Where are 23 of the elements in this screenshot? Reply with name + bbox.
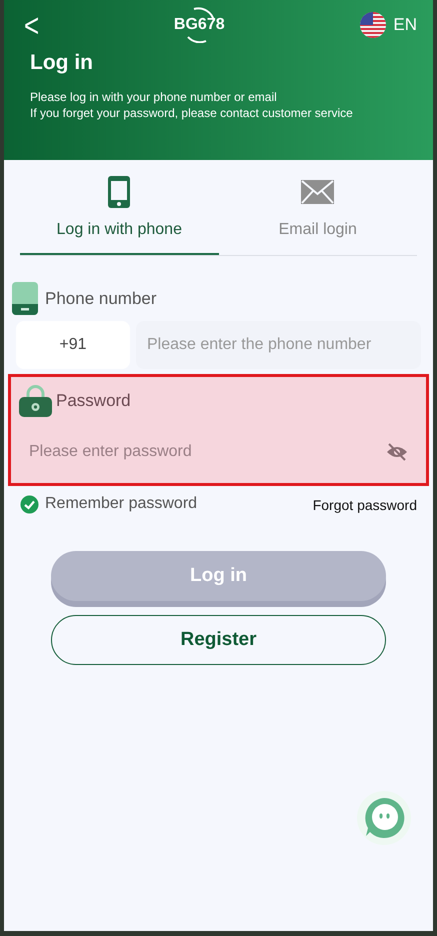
phone-field-icon — [12, 282, 38, 315]
chat-bubble-icon[interactable] — [356, 790, 412, 846]
eye-slash-icon[interactable] — [386, 442, 408, 462]
phone-input[interactable]: Please enter the phone number — [136, 321, 421, 369]
register-button[interactable]: Register — [51, 615, 386, 665]
password-field[interactable]: Please enter password — [29, 440, 386, 464]
subtitle-text: Please log in with your phone number or email — [30, 88, 278, 104]
language-button[interactable]: EN — [393, 12, 417, 38]
subtitle-text: If you forget your password, please contact customer service — [30, 104, 354, 120]
back-button[interactable]: < — [24, 8, 40, 42]
remember-label: Remember password — [45, 494, 198, 514]
login-tab[interactable]: Log in with phone — [20, 176, 218, 255]
field-label: Password — [56, 390, 131, 412]
forgot-password-link[interactable]: Forgot password — [312, 495, 417, 516]
logo: BG678 — [170, 7, 228, 43]
country-code-field[interactable]: +91 — [16, 321, 130, 369]
remember-checkbox[interactable] — [20, 494, 39, 514]
flag-icon — [359, 11, 388, 39]
lock-icon — [19, 385, 52, 417]
phone-icon — [107, 176, 132, 208]
envelope-icon — [301, 180, 334, 204]
field-label: Phone number — [45, 288, 157, 310]
page-title: Log in — [30, 50, 94, 76]
